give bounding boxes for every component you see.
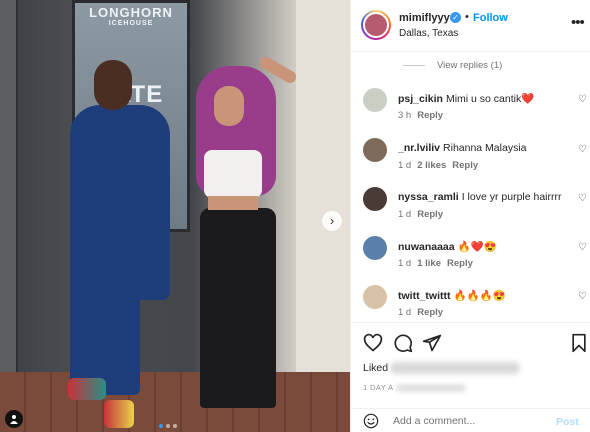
photo-man-body [70, 105, 170, 300]
photo-floor [0, 372, 350, 432]
like-comment-icon[interactable]: ♡ [578, 242, 587, 253]
comment-text: 🔥🔥🔥😍 [453, 290, 506, 302]
comment-text-line: nuwanaaaa 🔥❤️😍 [398, 240, 568, 253]
comment-text: I love yr purple hairrrr [461, 191, 562, 203]
sign-text-1: LONGHORN [89, 5, 173, 20]
like-comment-icon[interactable]: ♡ [578, 193, 587, 204]
comment-meta: 1 d Reply [398, 307, 443, 318]
comment-username[interactable]: psj_cikin [398, 93, 443, 105]
comments-list: View replies (1) psj_cikin Mimi u so cant… [351, 52, 590, 322]
post-username[interactable]: mimiflyyy [399, 12, 450, 24]
avatar[interactable] [361, 10, 391, 40]
comment-time: 1 d [398, 209, 412, 220]
liked-by-blurred [390, 362, 521, 375]
reply-button[interactable]: Reply [417, 110, 443, 121]
comment-likes[interactable]: 2 likes [417, 160, 446, 171]
comment-text-line: psj_cikin Mimi u so cantik❤️ [398, 92, 568, 105]
comment-row: nyssa_ramli I love yr purple hairrrr 1 d R… [351, 187, 590, 231]
comment-row: nuwanaaaa 🔥❤️😍 1 d 1 like Reply ♡ [351, 236, 590, 280]
comment-text-line: twitt_twittt 🔥🔥🔥😍 [398, 289, 568, 302]
post-side-panel: mimiflyyy ✓ • Follow Dallas, Texas ••• V… [350, 0, 590, 432]
reply-button[interactable]: Reply [452, 160, 478, 171]
photo-man-shoe [68, 378, 106, 400]
separator-dot: • [465, 11, 469, 23]
comment-row: twitt_twittt 🔥🔥🔥😍 1 d Reply ♡ [351, 285, 590, 322]
comment-time: 3 h [398, 110, 412, 121]
comment-avatar[interactable] [363, 187, 387, 211]
comment-username[interactable]: nyssa_ramli [398, 191, 459, 203]
comment-meta: 3 h Reply [398, 110, 443, 121]
comment-time: 1 d [398, 307, 412, 318]
liked-by-label: Liked [363, 362, 389, 374]
post-comment-button[interactable]: Post [556, 416, 579, 428]
post-header: mimiflyyy ✓ • Follow Dallas, Texas ••• [351, 0, 590, 52]
post-date-row: 1 DAY A [363, 383, 467, 393]
chevron-right-icon[interactable]: › [322, 211, 342, 231]
bookmark-icon[interactable] [569, 333, 589, 353]
carousel-dots [159, 424, 177, 428]
add-comment-input[interactable] [393, 412, 543, 430]
comment-row: psj_cikin Mimi u so cantik❤️ 3 h Reply ♡ [351, 88, 590, 132]
carousel-dot [173, 424, 177, 428]
comment-meta: 1 d 1 like Reply [398, 258, 473, 269]
post-location[interactable]: Dallas, Texas [399, 28, 458, 39]
comment-text: Mimi u so cantik❤️ [445, 93, 535, 105]
comment-avatar[interactable] [363, 236, 387, 260]
comment-text-line: _nr.lviliv Rihanna Malaysia [398, 142, 568, 154]
post-date-blurred [396, 384, 467, 393]
comment-meta: 1 d 2 likes Reply [398, 160, 478, 171]
carousel-dot-active [159, 424, 163, 428]
share-icon[interactable] [422, 333, 442, 353]
reply-button[interactable]: Reply [447, 258, 473, 269]
comment-text-line: nyssa_ramli I love yr purple hairrrr [398, 191, 568, 203]
ellipsis-icon[interactable]: ••• [571, 14, 585, 31]
like-comment-icon[interactable]: ♡ [578, 94, 587, 105]
sign-text-2: ICEHOUSE [108, 20, 154, 27]
post-actions [351, 322, 590, 366]
photo-woman-midriff [208, 196, 258, 210]
comment-avatar[interactable] [363, 88, 387, 112]
like-comment-icon[interactable]: ♡ [578, 144, 587, 155]
photo-woman-pants [200, 208, 276, 408]
avatar-image [363, 12, 389, 38]
heart-icon[interactable] [363, 333, 383, 353]
comment-row: _nr.lviliv Rihanna Malaysia 1 d 2 likes Rep… [351, 138, 590, 182]
comment-time: 1 d [398, 258, 412, 269]
liked-by-row[interactable]: Liked [363, 362, 521, 375]
comment-text: Rihanna Malaysia [443, 142, 527, 154]
replies-divider [403, 65, 425, 66]
comment-icon[interactable] [393, 333, 413, 353]
add-comment-bar: Post [351, 408, 590, 432]
carousel-dot [166, 424, 170, 428]
photo-man-head [94, 60, 132, 110]
comment-avatar[interactable] [363, 138, 387, 162]
post-date: 1 DAY A [363, 383, 394, 392]
photo-door [0, 0, 18, 380]
comment-avatar[interactable] [363, 285, 387, 309]
comment-username[interactable]: _nr.lviliv [398, 142, 440, 154]
user-tag-icon[interactable] [5, 410, 23, 428]
comment-likes[interactable]: 1 like [417, 258, 441, 269]
reply-button[interactable]: Reply [417, 307, 443, 318]
reply-button[interactable]: Reply [417, 209, 443, 220]
comment-username[interactable]: twitt_twittt [398, 290, 451, 302]
follow-button[interactable]: Follow [473, 12, 508, 24]
view-replies-label: View replies (1) [437, 60, 503, 71]
verified-badge-icon: ✓ [450, 12, 461, 23]
like-comment-icon[interactable]: ♡ [578, 291, 587, 302]
emoji-icon[interactable] [363, 413, 379, 429]
comment-text: 🔥❤️😍 [457, 241, 497, 253]
comment-username[interactable]: nuwanaaaa [398, 241, 455, 253]
post-photo[interactable]: LONGHORN ICEHOUSE VATE TS › [0, 0, 350, 432]
view-replies-button[interactable]: View replies (1) [403, 60, 502, 71]
photo-woman-face [214, 86, 244, 126]
comment-meta: 1 d Reply [398, 209, 443, 220]
photo-man-shoe [104, 400, 134, 428]
comment-time: 1 d [398, 160, 412, 171]
person-icon [10, 415, 18, 424]
photo-woman-top [204, 150, 262, 198]
